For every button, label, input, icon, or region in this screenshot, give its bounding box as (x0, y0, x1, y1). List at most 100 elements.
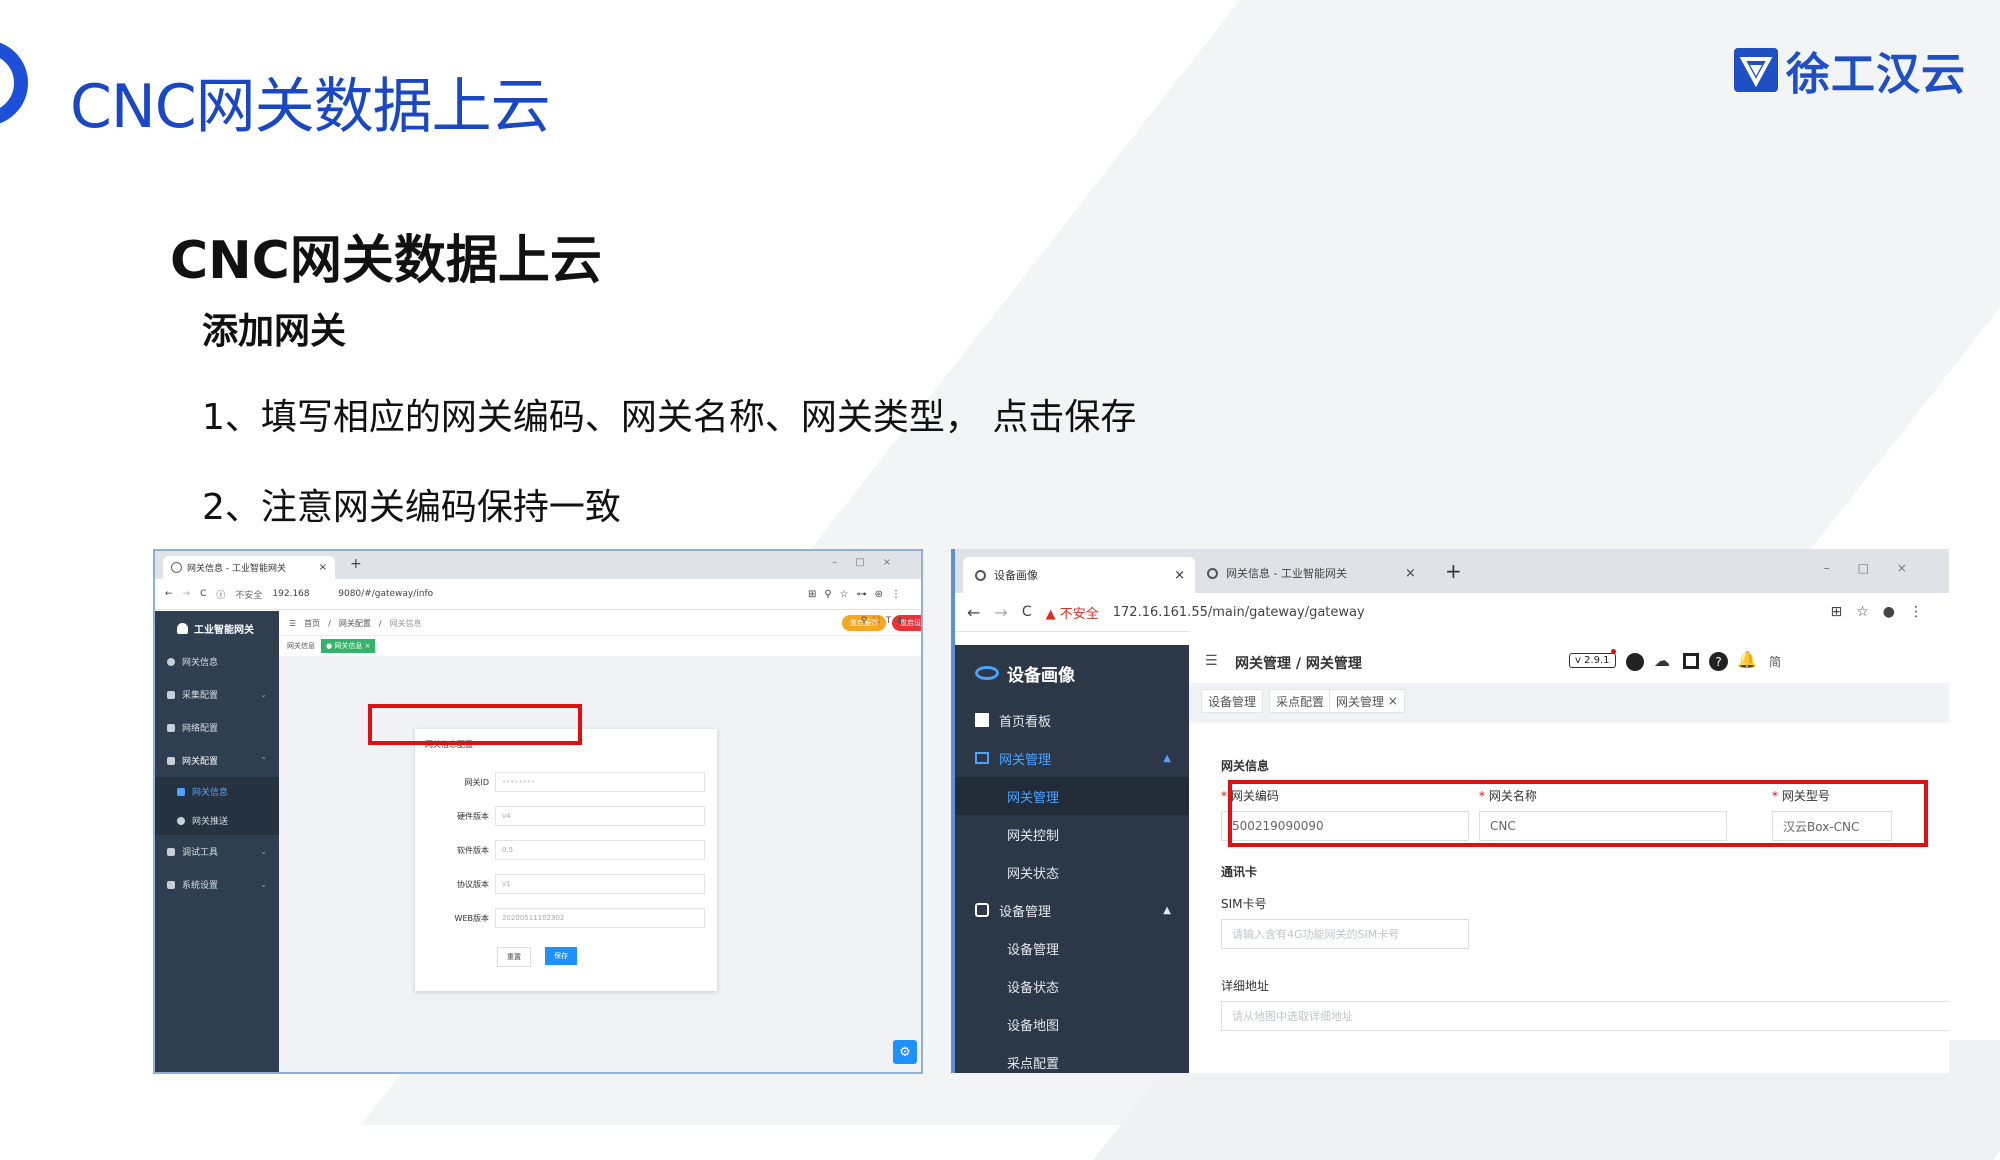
hw-version-input[interactable]: v4 (495, 806, 705, 826)
help-icon[interactable]: ? (1709, 652, 1728, 671)
left-sidebar: 工业智能网关 网关信息 采集配置 ⌄ 网络配置 网关配置 ⌃ 网关信息 网关推送 调… (155, 611, 279, 1072)
step-2: 2、注意网关编码保持一致 (202, 487, 621, 528)
sidebar-item-system-settings[interactable]: 系统设置 ⌄ (155, 868, 279, 901)
back-icon[interactable]: ← (967, 603, 980, 622)
fullscreen-icon[interactable] (1683, 653, 1699, 669)
screenshot-gateway-info: 网关信息 - 工业智能网关 × + –□× ← → C ⓘ 不安全 192.16… (153, 549, 923, 1074)
close-icon[interactable]: × (319, 562, 327, 573)
sidebar-brand: 工业智能网关 (155, 611, 279, 645)
new-tab-icon[interactable]: + (1445, 559, 1462, 583)
sim-label: SIM卡号 (1221, 897, 1267, 911)
page-tab-device[interactable]: 设备管理 (1201, 689, 1264, 713)
sidebar-sub-gateway-control[interactable]: 网关控制 (955, 815, 1189, 853)
logo-mark-icon (1734, 48, 1778, 92)
lock-icon (167, 756, 175, 765)
reload-icon[interactable]: C (1022, 604, 1032, 620)
gateway-id-input[interactable]: •••••••• (495, 772, 705, 792)
page-tab[interactable]: 网关信息 (287, 641, 315, 651)
cloud-app-icon[interactable]: ☁ (1654, 651, 1670, 670)
dashboard-icon (975, 713, 989, 727)
protocol-version-input[interactable]: v1 (495, 874, 705, 894)
chevron-up-icon: ▲ (1163, 904, 1171, 916)
sidebar-sub-gateway-push[interactable]: 网关推送 (155, 806, 279, 835)
chevron-up-icon: ⌃ (260, 756, 267, 765)
top-header: ☰ 首页 / 网关配置 / 网关信息 (279, 611, 921, 635)
sidebar-item-debug-tools[interactable]: 调试工具 ⌄ (155, 835, 279, 868)
info-icon (167, 657, 175, 666)
menu-toggle-icon[interactable]: ☰ (289, 619, 296, 628)
forward-icon[interactable]: → (183, 589, 191, 599)
language-switch[interactable]: 简 (1769, 653, 1781, 670)
monitor-icon (975, 752, 989, 764)
forward-icon[interactable]: → (994, 603, 1007, 622)
user-icon (177, 622, 188, 634)
browser-tab-bar: 设备画像 × 网关信息 - 工业智能网关 × + –□× (955, 549, 1949, 593)
content-subheading: 添加网关 (202, 311, 347, 352)
bell-icon[interactable]: 🔔 (1737, 650, 1757, 669)
notification-dot (1611, 649, 1616, 654)
sidebar-sub-device-status[interactable]: 设备状态 (955, 967, 1189, 1005)
breadcrumb-config[interactable]: 网关配置 (339, 618, 371, 629)
content-heading: CNC网关数据上云 (170, 231, 602, 291)
slide-title: CNC网关数据上云 (70, 72, 551, 142)
sidebar-sub-gateway-info[interactable]: 网关信息 (155, 777, 279, 806)
browser-actions[interactable]: ⊞☆●⋮ (1831, 604, 1938, 620)
decorative-ring (0, 40, 28, 126)
sidebar-item-network-config[interactable]: 网络配置 (155, 711, 279, 744)
sidebar-item-gateway-config[interactable]: 网关配置 ⌃ (155, 744, 279, 777)
sidebar-sub-device-map[interactable]: 设备地图 (955, 1005, 1189, 1043)
sidebar-sub-gateway-mgmt[interactable]: 网关管理 (955, 777, 1189, 815)
reset-button[interactable]: 重置 (497, 947, 531, 967)
sw-version-input[interactable]: 0.5 (495, 840, 705, 860)
home-icon (167, 847, 175, 856)
sim-input[interactable]: 请输入含有4G功能网关的SIM卡号 (1221, 919, 1469, 949)
reload-icon[interactable]: C (200, 589, 206, 599)
sidebar-sub-gateway-status[interactable]: 网关状态 (955, 853, 1189, 891)
content-area: ☰ 网关管理 / 网关管理 v 2.9.1 ☁ ? 🔔 简 设备管理 采点配置 … (1189, 631, 1949, 1073)
browser-actions[interactable]: ⊞⚲☆⊶⊛⋮ (808, 589, 909, 600)
save-button[interactable]: 保存 (545, 947, 577, 965)
sidebar-item-device-mgmt[interactable]: 设备管理 ▲ (955, 891, 1189, 929)
sidebar-item-gateway-info[interactable]: 网关信息 (155, 645, 279, 678)
address-input[interactable]: 请从地图中选取详细地址 (1221, 1001, 1949, 1031)
window-controls[interactable]: –□× (1824, 561, 1935, 575)
info-icon: ⓘ (216, 590, 226, 601)
page-tab-gateway[interactable]: 网关管理 × (1329, 689, 1405, 713)
sidebar-item-dashboard[interactable]: 首页看板 (955, 701, 1189, 739)
close-icon[interactable]: × (1405, 566, 1416, 581)
web-version-input[interactable]: 20200511102302 (495, 908, 705, 928)
clock-icon (177, 816, 185, 825)
breadcrumb: 网关管理 / 网关管理 (1235, 656, 1362, 672)
address-url[interactable]: 172.16.161.55/main/gateway/gateway (1113, 605, 1365, 620)
page-tab-active[interactable]: ● 网关信息 × (321, 639, 376, 653)
screenshot-gateway-management: 设备画像 × 网关信息 - 工业智能网关 × + –□× ← → C ▲ 不安全… (951, 549, 1949, 1073)
header-tools[interactable]: ⚲⛶T◐ (861, 616, 911, 626)
chevron-down-icon: ⌄ (260, 847, 267, 856)
breadcrumb-current: 网关信息 (389, 618, 422, 628)
sidebar-item-collect-config[interactable]: 采集配置 ⌄ (155, 678, 279, 711)
window-controls[interactable]: –□× (832, 557, 909, 568)
sidebar-sub-device-mgmt[interactable]: 设备管理 (955, 929, 1189, 967)
warning-icon: ▲ 不安全 (1045, 606, 1099, 622)
settings-fab-icon[interactable]: ⚙ (893, 1040, 917, 1064)
status-icon[interactable] (1626, 653, 1644, 671)
sidebar-sub-point-config[interactable]: 采点配置 (955, 1043, 1189, 1073)
address-url[interactable]: 192.168 9080/#/gateway/info (272, 589, 433, 599)
field-gateway-id: 网关ID •••••••• (415, 771, 717, 793)
browser-tab[interactable]: 网关信息 - 工业智能网关 × (1207, 565, 1416, 581)
address-label: 详细地址 (1221, 979, 1270, 993)
new-tab-icon[interactable]: + (350, 556, 362, 572)
gateway-config-card: 网关信息配置 网关ID •••••••• 硬件版本 v4 软件版本 0.5 协议版本 v… (415, 729, 717, 991)
menu-toggle-icon[interactable]: ☰ (1205, 653, 1218, 669)
send-icon (167, 723, 175, 732)
back-icon[interactable]: ← (165, 589, 173, 599)
globe-icon (975, 569, 986, 581)
close-icon[interactable]: × (1174, 568, 1185, 583)
sidebar-item-gateway-mgmt[interactable]: 网关管理 ▲ (955, 739, 1189, 777)
browser-tab[interactable]: 网关信息 - 工业智能网关 × (163, 556, 335, 579)
security-warning: 不安全 (235, 590, 263, 601)
version-badge: v 2.9.1 (1569, 653, 1616, 668)
breadcrumb-home[interactable]: 首页 (304, 618, 320, 629)
browser-tab-active[interactable]: 设备画像 × (963, 557, 1195, 593)
page-tab-point[interactable]: 采点配置 (1269, 689, 1332, 713)
